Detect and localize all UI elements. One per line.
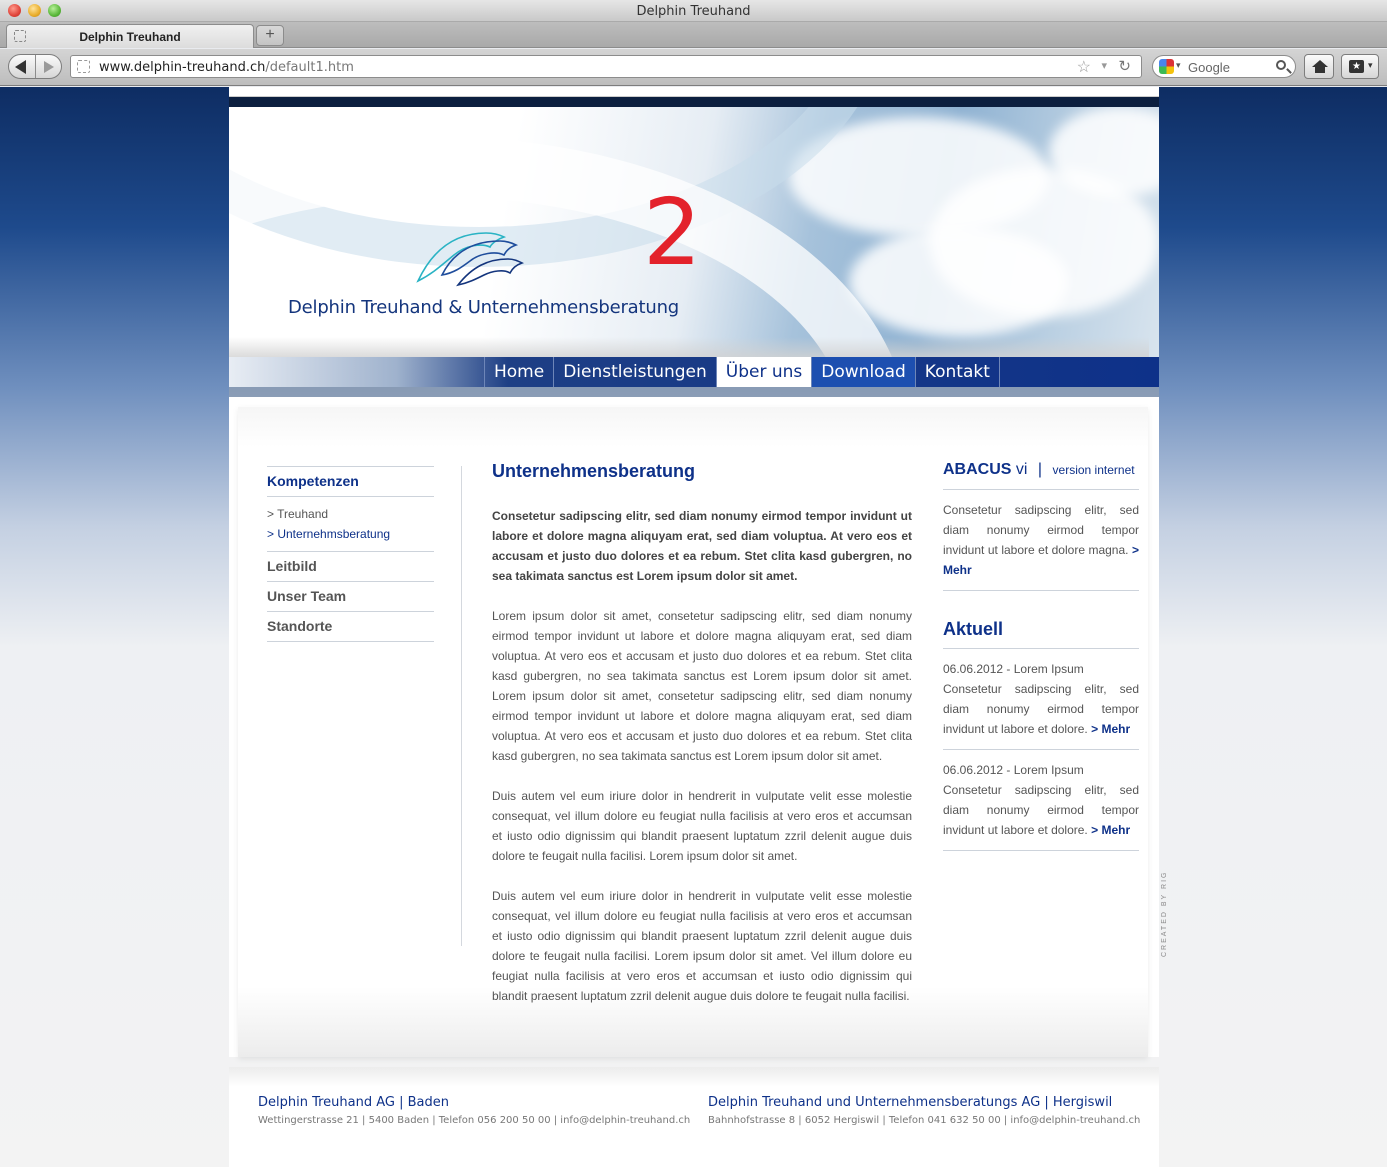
- back-arrow-icon[interactable]: [15, 60, 26, 74]
- search-placeholder: Google: [1188, 60, 1230, 75]
- footer-address: Bahnhofstrasse 8 | 6052 Hergiswil | Tele…: [708, 1115, 1141, 1126]
- news-more-link[interactable]: > Mehr: [1091, 823, 1130, 837]
- body-paragraph: Lorem ipsum dolor sit amet, consetetur s…: [492, 609, 912, 763]
- sidebar-item-standorte[interactable]: Standorte: [267, 612, 434, 642]
- header-banner: Delphin Treuhand & Unternehmensberatung …: [229, 107, 1159, 357]
- news-item: 06.06.2012 - Lorem Ipsum Consetetur sadi…: [943, 750, 1139, 851]
- main-content: Unternehmensberatung Consetetur sadipsci…: [492, 461, 912, 1026]
- logo-text: Delphin Treuhand & Unternehmensberatung: [288, 297, 680, 318]
- main-navigation: Home Dienstleistungen Über uns Download …: [229, 357, 1159, 387]
- big-number: 2: [643, 179, 702, 286]
- news-item: 06.06.2012 - Lorem Ipsum Consetetur sadi…: [943, 649, 1139, 750]
- sidebar-item-leitbild[interactable]: Leitbild: [267, 552, 434, 582]
- site-container: Delphin Treuhand & Unternehmensberatung …: [229, 87, 1168, 1167]
- google-icon[interactable]: [1159, 59, 1174, 74]
- abacus-text-block: Consetetur sadipscing elitr, sed diam no…: [943, 490, 1139, 591]
- nav-dienstleistungen[interactable]: Dienstleistungen: [553, 357, 716, 387]
- url-history-dropdown-icon[interactable]: ▾: [1101, 59, 1107, 72]
- forward-arrow-icon[interactable]: [44, 61, 54, 73]
- new-tab-button[interactable]: +: [256, 25, 284, 46]
- tab-bar: Delphin Treuhand +: [0, 22, 1387, 48]
- abacus-heading[interactable]: ABACUS vi | version internet: [943, 461, 1139, 490]
- sidebar: Kompetenzen > Treuhand > Unternehmsberat…: [267, 466, 434, 642]
- tab-label: Delphin Treuhand: [79, 30, 181, 44]
- bookmarks-button[interactable]: ★ ▾: [1341, 54, 1379, 79]
- top-strip: [229, 87, 1159, 97]
- column-divider: [461, 466, 462, 946]
- sidebar-subnav: > Treuhand > Unternehmsberatung: [267, 497, 434, 552]
- header-bottom-shadow: [229, 337, 1149, 357]
- home-button[interactable]: [1304, 54, 1334, 79]
- dolphin-logo: [416, 232, 524, 287]
- sidebar-heading[interactable]: Kompetenzen: [267, 466, 434, 497]
- news-date: 06.06.2012 - Lorem Ipsum: [943, 662, 1084, 676]
- footer-location-hergiswil: Delphin Treuhand und Unternehmensberatun…: [708, 1095, 1140, 1126]
- abacus-separator: |: [1037, 461, 1043, 478]
- footer: Delphin Treuhand AG | Baden Wettingerstr…: [229, 1067, 1159, 1167]
- footer-title: Delphin Treuhand und Unternehmensberatun…: [708, 1095, 1113, 1110]
- bookmarks-dropdown-icon: ▾: [1368, 60, 1373, 70]
- nav-bottom-bar: [229, 387, 1159, 397]
- news-more-link[interactable]: > Mehr: [1091, 722, 1130, 736]
- footer-title: Delphin Treuhand AG | Baden: [258, 1095, 450, 1110]
- search-field[interactable]: ▾ Google: [1152, 55, 1296, 78]
- nav-download[interactable]: Download: [811, 357, 915, 387]
- content-panel: Kompetenzen > Treuhand > Unternehmsberat…: [238, 407, 1148, 1057]
- nav-separator: [35, 55, 36, 78]
- abacus-text: Consetetur sadipscing elitr, sed diam no…: [943, 503, 1139, 557]
- sidebar-subitem-unternehmsberatung[interactable]: > Unternehmsberatung: [267, 524, 434, 544]
- content-area: Kompetenzen > Treuhand > Unternehmsberat…: [229, 397, 1159, 1057]
- address-bar[interactable]: www.delphin-treuhand.ch/default1.htm ☆ ▾…: [70, 55, 1142, 78]
- home-icon: [1312, 60, 1328, 73]
- footer-address: Wettingerstrasse 21 | 5400 Baden | Telef…: [258, 1115, 691, 1126]
- abacus-title: ABACUS: [943, 461, 1012, 478]
- sidebar-item-unser-team[interactable]: Unser Team: [267, 582, 434, 612]
- lead-paragraph: Consetetur sadipscing elitr, sed diam no…: [492, 509, 912, 583]
- url-path: /default1.htm: [265, 60, 354, 75]
- created-by-label: CREATED BY: [1161, 892, 1168, 957]
- aktuell-heading: Aktuell: [943, 619, 1139, 649]
- url-favicon-icon: [77, 60, 90, 73]
- window-title: Delphin Treuhand: [636, 4, 751, 19]
- cloud: [849, 227, 1069, 337]
- footer-location-baden: Delphin Treuhand AG | Baden Wettingerstr…: [258, 1095, 690, 1126]
- url-text[interactable]: www.delphin-treuhand.ch/default1.htm: [99, 60, 354, 75]
- dark-strip: [229, 97, 1159, 107]
- reload-icon[interactable]: ↻: [1118, 57, 1131, 75]
- created-by-brand: RIG: [1161, 870, 1168, 889]
- tab-delphin-treuhand[interactable]: Delphin Treuhand: [6, 24, 254, 48]
- created-by-credit[interactable]: CREATED BY RIG: [1161, 871, 1168, 958]
- bookmarks-icon: ★: [1349, 60, 1364, 73]
- news-date: 06.06.2012 - Lorem Ipsum: [943, 763, 1084, 777]
- back-forward-group: [8, 54, 62, 79]
- search-icon[interactable]: [1276, 60, 1286, 70]
- nav-home[interactable]: Home: [484, 357, 553, 387]
- body-paragraph: Duis autem vel eum iriure dolor in hendr…: [492, 889, 912, 1003]
- browser-toolbar: www.delphin-treuhand.ch/default1.htm ☆ ▾…: [0, 49, 1387, 86]
- nav-ueber-uns[interactable]: Über uns: [715, 357, 812, 387]
- window-titlebar: Delphin Treuhand: [0, 0, 1387, 22]
- nav-kontakt[interactable]: Kontakt: [914, 357, 1000, 387]
- abacus-version: version internet: [1052, 463, 1135, 477]
- right-column: ABACUS vi | version internet Consetetur …: [943, 461, 1139, 851]
- bookmark-star-icon[interactable]: ☆: [1077, 57, 1091, 77]
- search-engine-dropdown-icon[interactable]: ▾: [1176, 60, 1181, 71]
- page-viewport: Delphin Treuhand & Unternehmensberatung …: [0, 87, 1387, 1167]
- url-host: www.delphin-treuhand.ch: [99, 60, 266, 75]
- body-paragraph: Duis autem vel eum iriure dolor in hendr…: [492, 789, 912, 863]
- abacus-vi: vi: [1015, 461, 1028, 478]
- page-title: Unternehmensberatung: [492, 461, 696, 481]
- sidebar-subitem-treuhand[interactable]: > Treuhand: [267, 504, 434, 524]
